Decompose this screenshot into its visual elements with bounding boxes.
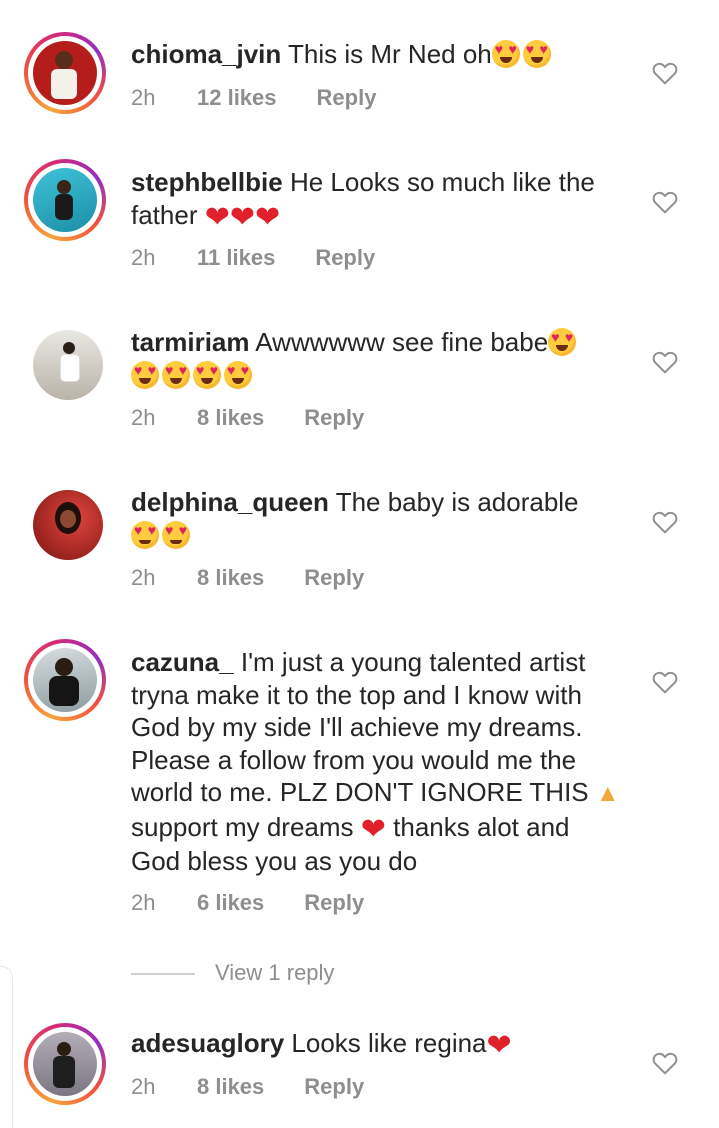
comment-body: Looks like regina	[291, 1028, 487, 1058]
comment-text: stephbellbie He Looks so much like the f…	[131, 166, 623, 233]
heart-eyes-emoji-icon	[193, 360, 221, 389]
red-heart-emoji-icon: ❤	[204, 200, 230, 234]
smiling-face-with-hearts-emoji-icon	[131, 520, 159, 549]
reply-button[interactable]: Reply	[304, 403, 364, 433]
avatar[interactable]	[24, 32, 106, 114]
avatar[interactable]	[24, 159, 106, 241]
like-heart-icon[interactable]	[652, 1051, 678, 1075]
like-heart-icon[interactable]	[652, 350, 678, 374]
comment-meta: 2h 8 likes Reply	[131, 1072, 364, 1102]
comment-meta: 2h 11 likes Reply	[131, 243, 375, 273]
avatar[interactable]	[33, 330, 103, 400]
reply-button[interactable]: Reply	[315, 243, 375, 273]
comment-username[interactable]: tarmiriam	[131, 327, 250, 357]
comment-meta: 2h 8 likes Reply	[131, 403, 364, 433]
comment-likes[interactable]: 8 likes	[197, 563, 264, 593]
like-heart-icon[interactable]	[652, 61, 678, 85]
like-heart-icon[interactable]	[652, 510, 678, 534]
comment-likes[interactable]: 8 likes	[197, 403, 264, 433]
comment-time: 2h	[131, 565, 156, 590]
comment-time: 2h	[131, 1074, 156, 1099]
comment-likes[interactable]: 11 likes	[197, 243, 275, 273]
folded-hands-emoji-icon: ▲	[595, 780, 620, 807]
reply-button[interactable]: Reply	[304, 1072, 364, 1102]
smiling-face-with-hearts-emoji-icon	[162, 520, 190, 549]
heart-eyes-emoji-icon	[131, 360, 159, 389]
red-heart-emoji-icon: ❤	[486, 1029, 512, 1062]
view-replies-label[interactable]: View 1 reply	[215, 960, 334, 985]
comment-likes[interactable]: 6 likes	[197, 888, 264, 918]
avatar[interactable]	[24, 639, 106, 721]
view-replies-button[interactable]: View 1 reply	[131, 958, 334, 988]
avatar[interactable]	[33, 490, 103, 560]
comment-text: delphina_queen The baby is adorable	[131, 486, 623, 551]
comment-body: Awwwwww see fine babe	[255, 327, 549, 357]
comment-time: 2h	[131, 245, 156, 270]
comment-text: cazuna_ I'm just a young talented artist…	[131, 646, 623, 877]
comment-username[interactable]: chioma_jvin	[131, 39, 281, 69]
comment-body: This is Mr Ned oh	[288, 39, 492, 69]
red-heart-emoji-icon: ❤	[255, 200, 281, 234]
reply-button[interactable]: Reply	[304, 888, 364, 918]
comment-meta: 2h 6 likes Reply	[131, 888, 364, 918]
view-replies-divider	[131, 973, 195, 976]
avatar[interactable]	[24, 1023, 106, 1105]
comment-text: adesuaglory Looks like regina❤	[131, 1027, 623, 1061]
reply-button[interactable]: Reply	[304, 563, 364, 593]
comment-username[interactable]: adesuaglory	[131, 1028, 284, 1058]
panel-edge	[0, 966, 13, 1128]
heart-eyes-emoji-icon	[522, 40, 551, 68]
heart-eyes-emoji-icon	[491, 40, 520, 68]
comment-time: 2h	[131, 890, 156, 915]
red-heart-emoji-icon: ❤	[360, 812, 386, 846]
comment-meta: 2h 8 likes Reply	[131, 563, 364, 593]
comment-username[interactable]: cazuna_	[131, 647, 234, 677]
like-heart-icon[interactable]	[652, 190, 678, 214]
comment-body: The baby is adorable	[335, 487, 579, 517]
comment-username[interactable]: delphina_queen	[131, 487, 329, 517]
comment-username[interactable]: stephbellbie	[131, 167, 283, 197]
comment-time: 2h	[131, 85, 156, 110]
heart-eyes-emoji-icon	[162, 360, 190, 389]
red-heart-emoji-icon: ❤	[229, 200, 256, 234]
comment-text: chioma_jvin This is Mr Ned oh	[131, 38, 623, 71]
like-heart-icon[interactable]	[652, 670, 678, 694]
heart-eyes-emoji-icon	[224, 360, 252, 389]
comment-likes[interactable]: 8 likes	[197, 1072, 264, 1102]
heart-eyes-emoji-icon	[548, 328, 577, 356]
comment-time: 2h	[131, 405, 156, 430]
comment-body-continued: support my dreams	[131, 811, 354, 842]
comment-meta: 2h 12 likes Reply	[131, 83, 376, 113]
reply-button[interactable]: Reply	[317, 83, 377, 113]
comment-likes[interactable]: 12 likes	[197, 83, 277, 113]
comment-text: tarmiriam Awwwwww see fine babe	[131, 326, 623, 391]
